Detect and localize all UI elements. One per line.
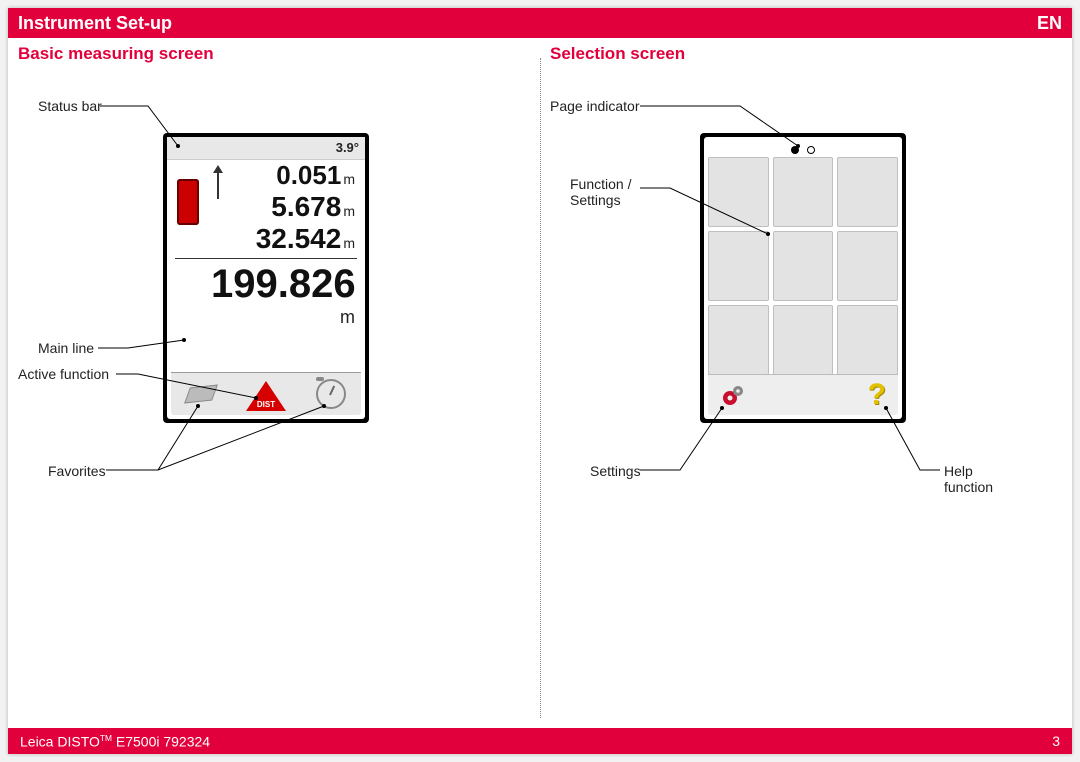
separator-line bbox=[175, 258, 357, 259]
unit-3: m bbox=[343, 235, 355, 251]
dist-label: DIST bbox=[246, 400, 286, 409]
grid-cell bbox=[837, 157, 898, 227]
tm-icon: TM bbox=[100, 733, 112, 743]
value-1: 0.051 bbox=[276, 160, 341, 191]
timer-icon bbox=[316, 379, 346, 409]
left-diagram: Status bar Main line Active function Fav… bbox=[8, 38, 540, 718]
callout-settings: Settings bbox=[590, 463, 641, 479]
help-question-icon: ? bbox=[868, 378, 886, 412]
right-column: Selection screen Page indicator Function… bbox=[540, 38, 1072, 718]
callout-page-indicator: Page indicator bbox=[550, 98, 640, 114]
measurement-row-2: 5.678m bbox=[167, 191, 365, 223]
measuring-screen-inner: 3.9° 0.051m 5.678m 32.542m 199.826m DIST bbox=[167, 137, 365, 419]
manual-page: Instrument Set-up EN Basic measuring scr… bbox=[8, 8, 1072, 754]
unit-2: m bbox=[343, 203, 355, 219]
settings-gear-icon bbox=[720, 382, 746, 408]
grid-cell bbox=[708, 231, 769, 301]
callout-favorites: Favorites bbox=[48, 463, 106, 479]
callout-help: Help function bbox=[944, 463, 1014, 495]
grid-cell bbox=[837, 231, 898, 301]
footer-product-post: E7500i 792324 bbox=[112, 733, 210, 749]
function-grid bbox=[708, 157, 898, 375]
grid-cell bbox=[837, 305, 898, 375]
status-angle: 3.9° bbox=[336, 140, 359, 155]
grid-cell bbox=[773, 157, 834, 227]
value-3: 32.542 bbox=[256, 223, 342, 255]
value-2: 5.678 bbox=[271, 191, 341, 223]
page-dot-active bbox=[791, 146, 799, 154]
measurement-row-3: 32.542m bbox=[167, 223, 365, 255]
page-indicator bbox=[704, 137, 902, 159]
left-column: Basic measuring screen Status bar Main l… bbox=[8, 38, 540, 718]
callout-main-line: Main line bbox=[38, 340, 94, 356]
page-dot-inactive bbox=[807, 146, 815, 154]
measurement-row-1: 0.051m bbox=[167, 160, 365, 191]
selection-footer: ? bbox=[708, 374, 898, 415]
status-bar: 3.9° bbox=[167, 137, 365, 160]
selection-screen-device: ? bbox=[700, 133, 906, 423]
header-lang: EN bbox=[1037, 13, 1062, 34]
main-value: 199.826 bbox=[211, 262, 356, 307]
callout-active-function: Active function bbox=[18, 366, 109, 382]
function-bar: DIST bbox=[171, 372, 361, 415]
header-title: Instrument Set-up bbox=[18, 13, 172, 34]
dist-button-icon: DIST bbox=[246, 377, 286, 411]
main-unit: m bbox=[340, 307, 355, 328]
page-header: Instrument Set-up EN bbox=[8, 8, 1072, 38]
grid-cell bbox=[708, 157, 769, 227]
page-footer: Leica DISTOTM E7500i 792324 3 bbox=[8, 728, 1072, 754]
callout-function-settings: Function / Settings bbox=[570, 176, 650, 208]
footer-product: Leica DISTOTM E7500i 792324 bbox=[20, 733, 210, 750]
unit-1: m bbox=[343, 171, 355, 187]
footer-page-number: 3 bbox=[1052, 733, 1060, 749]
main-line-row: 199.826m bbox=[167, 262, 365, 328]
grid-cell bbox=[773, 231, 834, 301]
grid-cell bbox=[708, 305, 769, 375]
callout-status-bar: Status bar bbox=[38, 98, 102, 114]
column-divider bbox=[540, 58, 541, 718]
right-diagram: Page indicator Function / Settings Setti… bbox=[540, 38, 1072, 718]
favorite-left-icon bbox=[186, 382, 216, 406]
footer-product-pre: Leica DISTO bbox=[20, 733, 100, 749]
selection-screen-inner: ? bbox=[704, 137, 902, 419]
grid-cell bbox=[773, 305, 834, 375]
measuring-screen-device: 3.9° 0.051m 5.678m 32.542m 199.826m DIST bbox=[163, 133, 369, 423]
favorite-right-icon bbox=[316, 382, 346, 406]
